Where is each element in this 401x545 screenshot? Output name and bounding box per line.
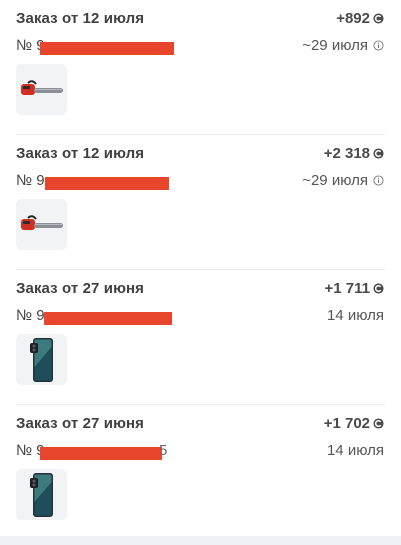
bonus-amount-value: +1 702 [323,415,370,432]
order-card[interactable]: Заказ от 12 июля +2 318 № 9 ~29 июля [0,135,401,270]
order-number: № 9 [16,37,216,57]
chainsaw-icon [20,214,63,230]
delivery-date-value: 14 июля [326,307,384,324]
order-title: Заказ от 12 июля [16,10,145,27]
bonus-amount: +2 318 [324,145,384,162]
product-thumbnail[interactable] [16,64,67,115]
order-number: № 9 5 [16,442,216,462]
bonus-coin-icon [373,418,384,429]
delivery-date-value: 14 июля [326,442,384,459]
order-title: Заказ от 27 июня [16,280,144,297]
bonus-amount-value: +1 711 [324,280,370,297]
redaction-bar [44,312,172,325]
order-number: № 9 [16,172,216,192]
order-card[interactable]: Заказ от 27 июня +1 711 № 9 14 июля [0,270,401,405]
bonus-amount: +1 711 [325,280,384,297]
bonus-coin-icon [373,148,384,159]
info-icon[interactable] [373,40,384,51]
order-card[interactable]: Заказ от 27 июня +1 702 № 9 5 14 июля [0,405,401,540]
order-number: № 9 [16,307,216,327]
order-title: Заказ от 12 июля [16,145,145,162]
bonus-amount: +892 [336,10,384,27]
redaction-bar [45,177,169,190]
order-number-prefix: № 9 [16,307,45,324]
order-title: Заказ от 27 июня [16,415,144,432]
product-thumbnail[interactable] [16,199,67,250]
bonus-coin-icon [373,13,384,24]
order-card[interactable]: Заказ от 12 июля +892 № 9 ~29 июля [0,0,401,135]
product-thumbnail[interactable] [16,469,67,520]
redaction-bar [40,42,174,55]
bottom-panel [0,536,401,545]
bonus-amount-value: +2 318 [323,145,370,162]
smartphone-icon [29,472,53,517]
delivery-date: ~29 июля [302,37,384,54]
delivery-date: 14 июля [327,307,384,324]
smartphone-icon [29,337,53,382]
order-number-prefix: № 9 [16,172,45,189]
bonus-amount: +1 702 [324,415,384,432]
bonus-amount-value: +892 [336,10,370,27]
delivery-date: 14 июля [327,442,384,459]
delivery-date-value: ~29 июля [302,172,368,189]
order-number-tail: 5 [159,442,168,459]
delivery-date: ~29 июля [302,172,384,189]
delivery-date-value: ~29 июля [302,37,368,54]
chainsaw-icon [20,79,63,95]
bonus-coin-icon [373,283,384,294]
redaction-bar [40,447,162,460]
info-icon[interactable] [373,175,384,186]
product-thumbnail[interactable] [16,334,67,385]
